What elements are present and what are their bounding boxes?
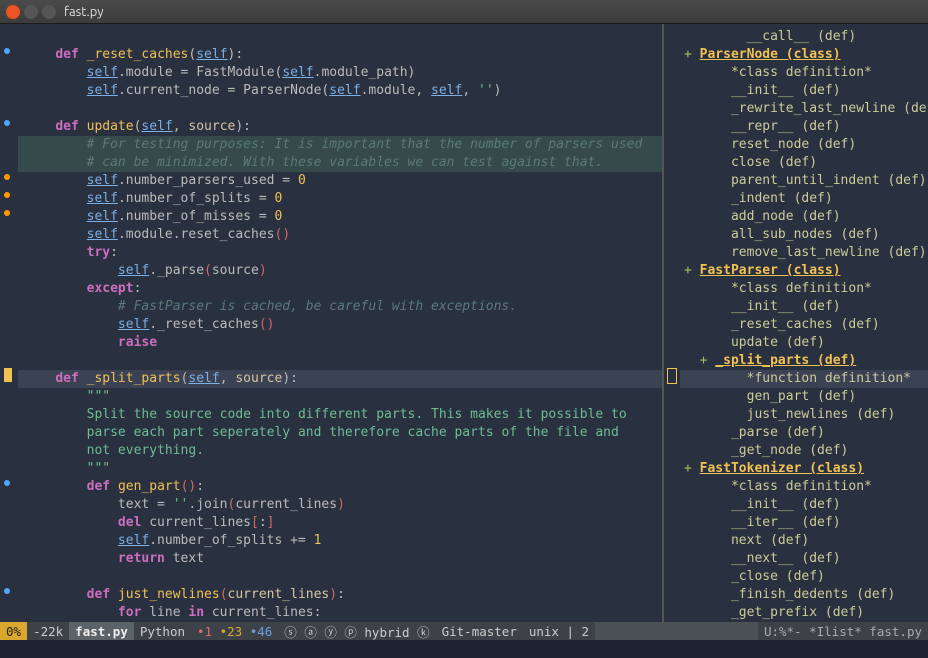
code-line[interactable]: def _split_parts(self, source): xyxy=(18,370,662,388)
outline-item[interactable]: _indent (def) xyxy=(680,190,928,208)
code-line[interactable]: # can be minimized. With these variables… xyxy=(18,154,662,172)
status-flycheck: •1 •23 •46 xyxy=(191,622,278,640)
outline-item[interactable]: *class definition* xyxy=(680,64,928,82)
code-line[interactable] xyxy=(18,352,662,370)
code-line[interactable]: self._parse(source) xyxy=(18,262,662,280)
outline-item[interactable]: _close (def) xyxy=(680,568,928,586)
outline-gutter xyxy=(664,24,680,622)
outline-item[interactable]: next (def) xyxy=(680,532,928,550)
code-line[interactable]: """ xyxy=(18,460,662,478)
outline-item[interactable]: *class definition* xyxy=(680,478,928,496)
code-line[interactable]: self.number_of_splits += 1 xyxy=(18,532,662,550)
outline-item[interactable]: __init__ (def) xyxy=(680,496,928,514)
code-line[interactable]: def update(self, source): xyxy=(18,118,662,136)
code-line[interactable]: self.module = FastModule(self.module_pat… xyxy=(18,64,662,82)
code-line[interactable]: # For testing purposes: It is important … xyxy=(18,136,662,154)
outline-item[interactable]: __next__ (def) xyxy=(680,550,928,568)
code-line[interactable]: # FastParser is cached, be careful with … xyxy=(18,298,662,316)
outline-item[interactable]: _get_prefix (def) xyxy=(680,604,928,622)
outline-item[interactable]: all_sub_nodes (def) xyxy=(680,226,928,244)
minimize-window-button[interactable] xyxy=(24,5,38,19)
code-line[interactable]: self.current_node = ParserNode(self.modu… xyxy=(18,82,662,100)
outline-item[interactable]: *function definition* xyxy=(680,370,928,388)
code-line[interactable]: def _reset_caches(self): xyxy=(18,46,662,64)
outline-item[interactable]: __init__ (def) xyxy=(680,298,928,316)
outline-item[interactable]: _rewrite_last_newline (def) xyxy=(680,100,928,118)
outline-item[interactable]: __repr__ (def) xyxy=(680,118,928,136)
status-line: - 22k xyxy=(27,622,69,640)
outline-item[interactable]: + FastTokenizer (class) xyxy=(680,460,928,478)
status-right: U:%*- *Ilist* fast.py xyxy=(758,622,928,640)
code-line[interactable]: Split the source code into different par… xyxy=(18,406,662,424)
code-editor[interactable]: def _reset_caches(self): self.module = F… xyxy=(18,24,662,622)
window-title: fast.py xyxy=(64,5,104,19)
outline-item[interactable]: _reset_caches (def) xyxy=(680,316,928,334)
status-minor-modes: ⓢ ⓐ ⓨ ⓟ hybrid ⓚ xyxy=(278,622,435,640)
outline-item[interactable]: gen_part (def) xyxy=(680,388,928,406)
code-line[interactable]: del current_lines[:] xyxy=(18,514,662,532)
outline-item[interactable]: + FastParser (class) xyxy=(680,262,928,280)
code-line[interactable]: self.number_of_splits = 0 xyxy=(18,190,662,208)
code-line[interactable]: def gen_part(): xyxy=(18,478,662,496)
close-window-button[interactable] xyxy=(6,5,20,19)
minibuffer[interactable] xyxy=(0,640,928,658)
status-mode: Python xyxy=(134,622,191,640)
outline-item[interactable]: close (def) xyxy=(680,154,928,172)
outline-item[interactable]: reset_node (def) xyxy=(680,136,928,154)
status-vcs: Git-master xyxy=(436,622,523,640)
outline-item[interactable]: add_node (def) xyxy=(680,208,928,226)
code-line[interactable]: self.module.reset_caches() xyxy=(18,226,662,244)
outline-item[interactable]: remove_last_newline (def) xyxy=(680,244,928,262)
outline-item[interactable]: just_newlines (def) xyxy=(680,406,928,424)
outline-item[interactable]: + ParserNode (class) xyxy=(680,46,928,64)
outline-item[interactable]: _get_node (def) xyxy=(680,442,928,460)
code-line[interactable]: try: xyxy=(18,244,662,262)
status-bar: 0% - 22k fast.py Python •1 •23 •46 ⓢ ⓐ ⓨ… xyxy=(0,622,928,640)
code-line[interactable]: return text xyxy=(18,550,662,568)
editor-area: def _reset_caches(self): self.module = F… xyxy=(0,24,928,622)
code-line[interactable] xyxy=(18,28,662,46)
code-line[interactable]: not everything. xyxy=(18,442,662,460)
code-line[interactable]: except: xyxy=(18,280,662,298)
code-line[interactable] xyxy=(18,100,662,118)
left-gutter xyxy=(0,24,18,622)
code-line[interactable]: self.number_parsers_used = 0 xyxy=(18,172,662,190)
code-line[interactable]: parse each part seperately and therefore… xyxy=(18,424,662,442)
outline-item[interactable]: + _split_parts (def) xyxy=(680,352,928,370)
code-line[interactable]: for line in current_lines: xyxy=(18,604,662,622)
maximize-window-button[interactable] xyxy=(42,5,56,19)
window-buttons xyxy=(6,5,56,19)
outline-item[interactable]: _parse (def) xyxy=(680,424,928,442)
status-percent: 0% xyxy=(0,622,27,640)
code-line[interactable]: """ xyxy=(18,388,662,406)
outline-item[interactable]: __call__ (def) xyxy=(680,28,928,46)
outline-item[interactable]: __init__ (def) xyxy=(680,82,928,100)
code-line[interactable]: self.number_of_misses = 0 xyxy=(18,208,662,226)
outline-item[interactable]: update (def) xyxy=(680,334,928,352)
code-line[interactable]: self._reset_caches() xyxy=(18,316,662,334)
outline-panel[interactable]: __call__ (def)+ ParserNode (class) *clas… xyxy=(680,24,928,622)
outline-item[interactable]: parent_until_indent (def) xyxy=(680,172,928,190)
code-line[interactable] xyxy=(18,568,662,586)
title-bar: fast.py xyxy=(0,0,928,24)
outline-item[interactable]: _finish_dedents (def) xyxy=(680,586,928,604)
status-encoding: unix | 2 xyxy=(523,622,595,640)
status-filename: fast.py xyxy=(69,622,134,640)
outline-item[interactable]: __iter__ (def) xyxy=(680,514,928,532)
code-line[interactable]: raise xyxy=(18,334,662,352)
code-line[interactable]: def just_newlines(current_lines): xyxy=(18,586,662,604)
code-line[interactable]: text = ''.join(current_lines) xyxy=(18,496,662,514)
outline-item[interactable]: *class definition* xyxy=(680,280,928,298)
